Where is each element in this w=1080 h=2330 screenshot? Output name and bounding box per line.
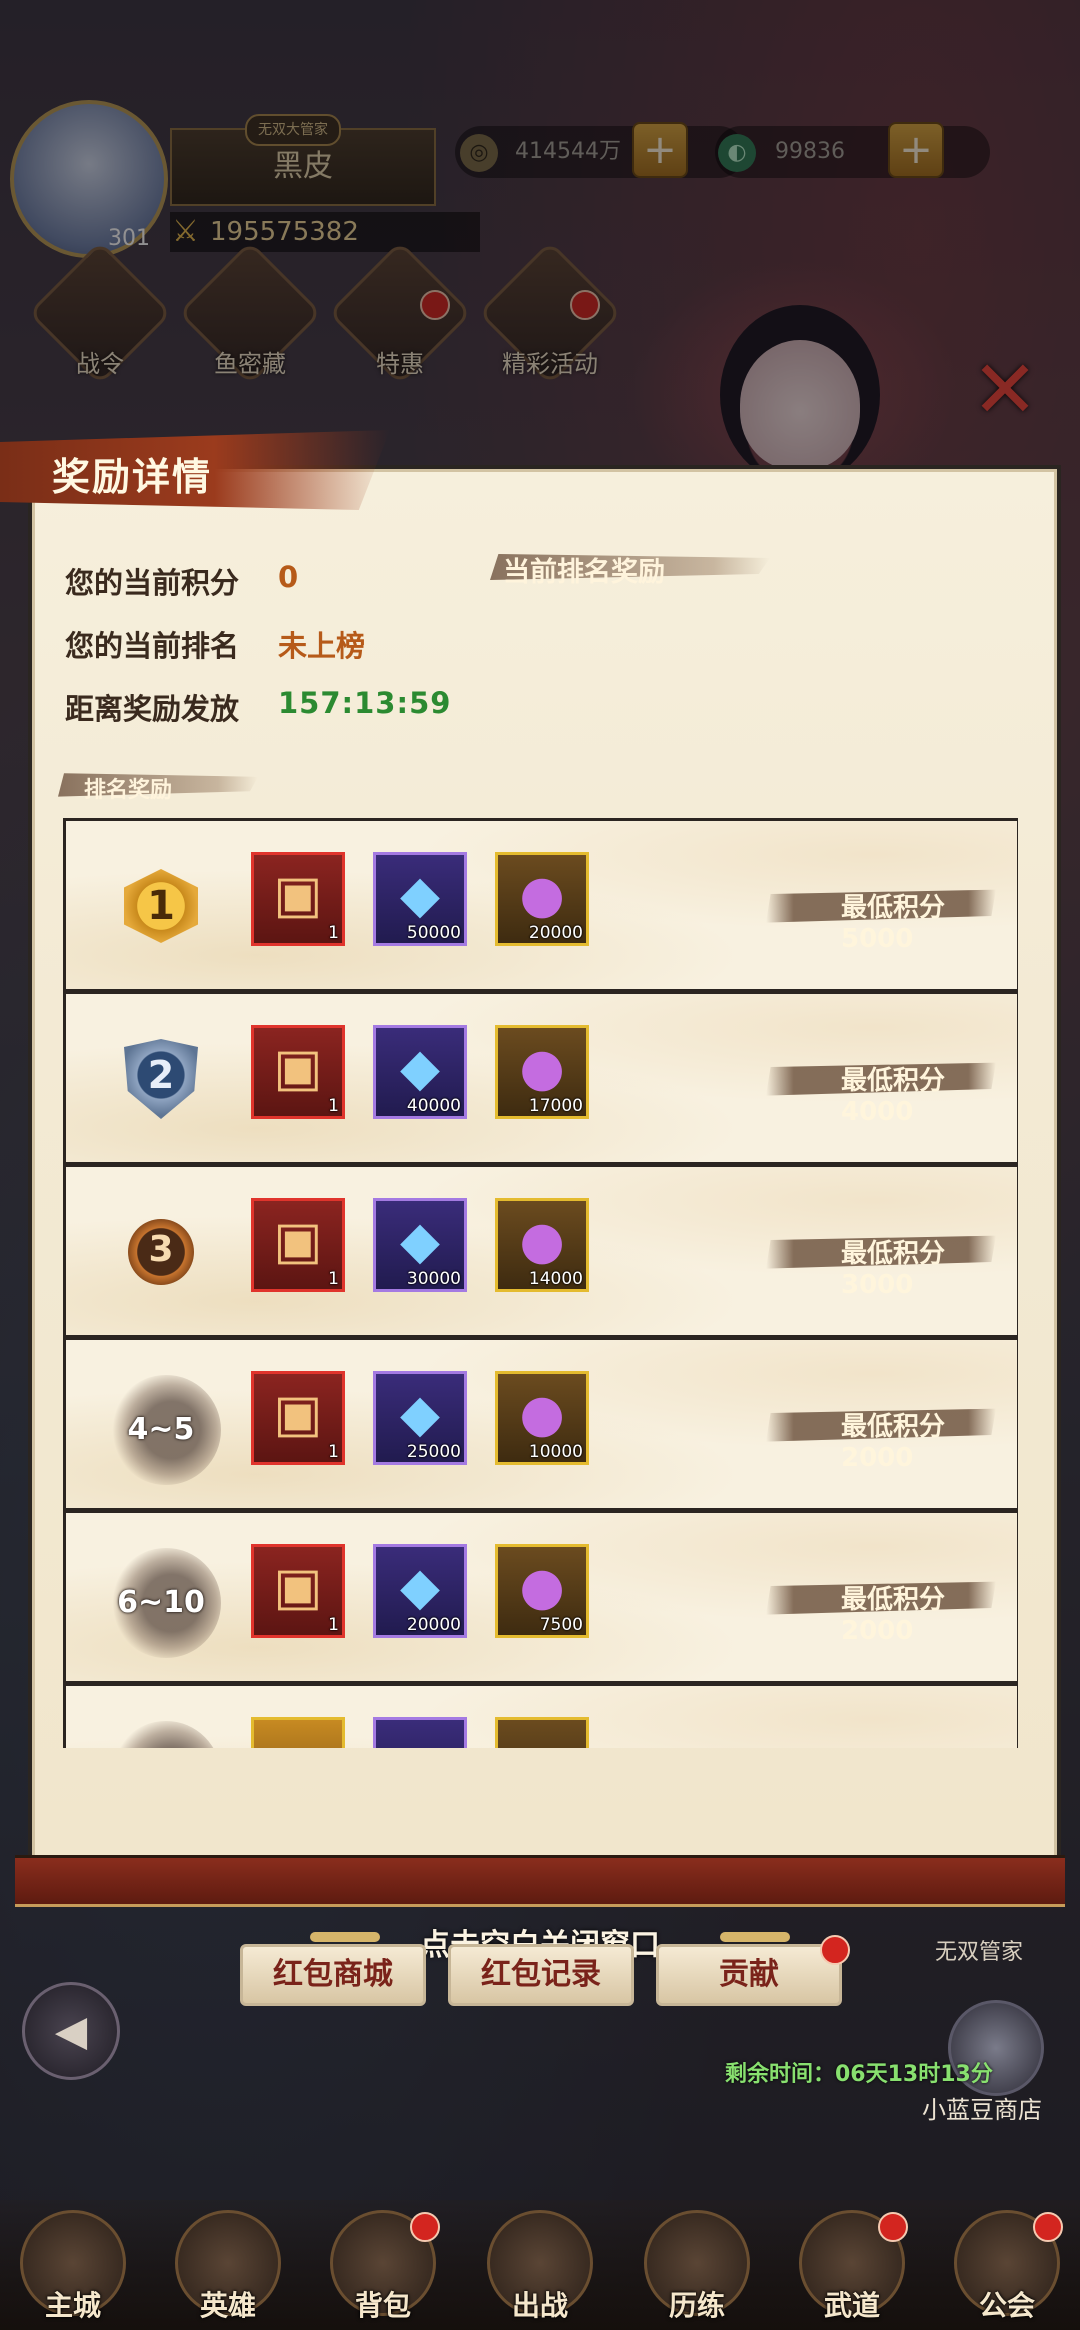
current-score-label: 您的当前积分 xyxy=(65,566,240,600)
min-score-text: 最低积分2000 xyxy=(841,1585,946,1646)
rank-badge: 6~10 xyxy=(111,1548,221,1658)
reward-crystal-item[interactable]: ◆ 25000 xyxy=(373,1371,467,1465)
reward-orb-item[interactable]: ● 17000 xyxy=(495,1025,589,1119)
nav-training[interactable]: 历练 xyxy=(632,2200,762,2330)
reward-chest-item[interactable]: ▣ 1 xyxy=(251,1025,345,1119)
reward-row: 6~10 ▣ 1 ◆ 20000 ● 7500 最低积分2000 xyxy=(63,1510,1018,1684)
rank-badge: 2 xyxy=(116,1034,206,1124)
reward-scroll-item[interactable] xyxy=(251,1717,345,1748)
red-packet-shop-button[interactable]: 红包商城 xyxy=(240,1944,426,2006)
reward-crystal-item[interactable]: ◆ 40000 xyxy=(373,1025,467,1119)
bronze-circle-icon: 3 xyxy=(128,1219,194,1285)
min-score-text: 最低积分4000 xyxy=(841,1066,946,1127)
nav-main-city[interactable]: 主城 xyxy=(8,2200,138,2330)
current-rank-reward-title: 当前排名奖励 xyxy=(503,557,665,588)
remaining-time: 剩余时间：06天13时13分 xyxy=(725,2062,993,2087)
reward-orb-item[interactable]: ● 7500 xyxy=(495,1544,589,1638)
reward-crystal-item[interactable] xyxy=(373,1717,467,1748)
countdown-label: 距离奖励发放 xyxy=(65,692,240,726)
reward-chest-item[interactable]: ▣ 1 xyxy=(251,852,345,946)
rank-badge xyxy=(111,1721,221,1748)
current-score-value: 0 xyxy=(278,560,299,594)
countdown-value: 157:13:59 xyxy=(278,686,452,720)
min-score-text: 最低积分5000 xyxy=(841,893,946,954)
gold-hexagon-icon: 1 xyxy=(124,869,198,943)
current-rank-value: 未上榜 xyxy=(278,629,366,663)
red-packet-record-button[interactable]: 红包记录 xyxy=(448,1944,634,2006)
ink-splash-icon xyxy=(111,1721,221,1748)
notification-dot xyxy=(1033,2212,1063,2242)
reward-chest-item[interactable]: ▣ 1 xyxy=(251,1544,345,1638)
reward-crystal-item[interactable]: ◆ 50000 xyxy=(373,852,467,946)
bottom-navigation: 主城 英雄 背包 出战 历练 武道 公会 xyxy=(0,2200,1080,2330)
scroll-bottom-bar xyxy=(15,1855,1065,1907)
nav-battle[interactable]: 出战 xyxy=(475,2200,605,2330)
rank-reward-list[interactable]: 1 ▣ 1 ◆ 50000 ● 20000 最低积分5000 2 ▣ 1 ◆ 4… xyxy=(63,818,1018,1748)
reward-crystal-item[interactable]: ◆ 20000 xyxy=(373,1544,467,1638)
reward-orb-item[interactable] xyxy=(495,1717,589,1748)
notification-dot xyxy=(410,2212,440,2242)
min-score-text: 最低积分2000 xyxy=(841,1412,946,1473)
rank-reward-section-title: 排名奖励 xyxy=(84,778,173,803)
reward-crystal-item[interactable]: ◆ 30000 xyxy=(373,1198,467,1292)
reward-chest-item[interactable]: ▣ 1 xyxy=(251,1371,345,1465)
notification-dot xyxy=(820,1935,850,1965)
shop-label: 小蓝豆商店 xyxy=(922,2096,1042,2124)
megaphone-icon[interactable]: ◀ xyxy=(22,1982,120,2080)
nav-heroes[interactable]: 英雄 xyxy=(163,2200,293,2330)
reward-orb-item[interactable]: ● 10000 xyxy=(495,1371,589,1465)
popup-title: 奖励详情 xyxy=(52,455,213,499)
manager-label: 无双管家 xyxy=(935,1940,1024,1965)
rank-badge: 1 xyxy=(116,861,206,951)
reward-row: 4~5 ▣ 1 ◆ 25000 ● 10000 最低积分2000 xyxy=(63,1337,1018,1511)
silver-shield-icon: 2 xyxy=(124,1039,198,1119)
reward-row xyxy=(63,1683,1018,1748)
notification-dot xyxy=(878,2212,908,2242)
reward-row: 3 ▣ 1 ◆ 30000 ● 14000 最低积分3000 xyxy=(63,1164,1018,1338)
reward-orb-item[interactable]: ● 14000 xyxy=(495,1198,589,1292)
contribute-button[interactable]: 贡献 xyxy=(656,1944,842,2006)
reward-row: 1 ▣ 1 ◆ 50000 ● 20000 最低积分5000 xyxy=(63,818,1018,992)
rank-badge: 3 xyxy=(116,1207,206,1297)
current-rank-label: 您的当前排名 xyxy=(65,629,240,663)
reward-chest-item[interactable]: ▣ 1 xyxy=(251,1198,345,1292)
rank-badge: 4~5 xyxy=(111,1375,221,1485)
min-score-text: 最低积分3000 xyxy=(841,1239,946,1300)
reward-orb-item[interactable]: ● 20000 xyxy=(495,852,589,946)
reward-row: 2 ▣ 1 ◆ 40000 ● 17000 最低积分4000 xyxy=(63,991,1018,1165)
